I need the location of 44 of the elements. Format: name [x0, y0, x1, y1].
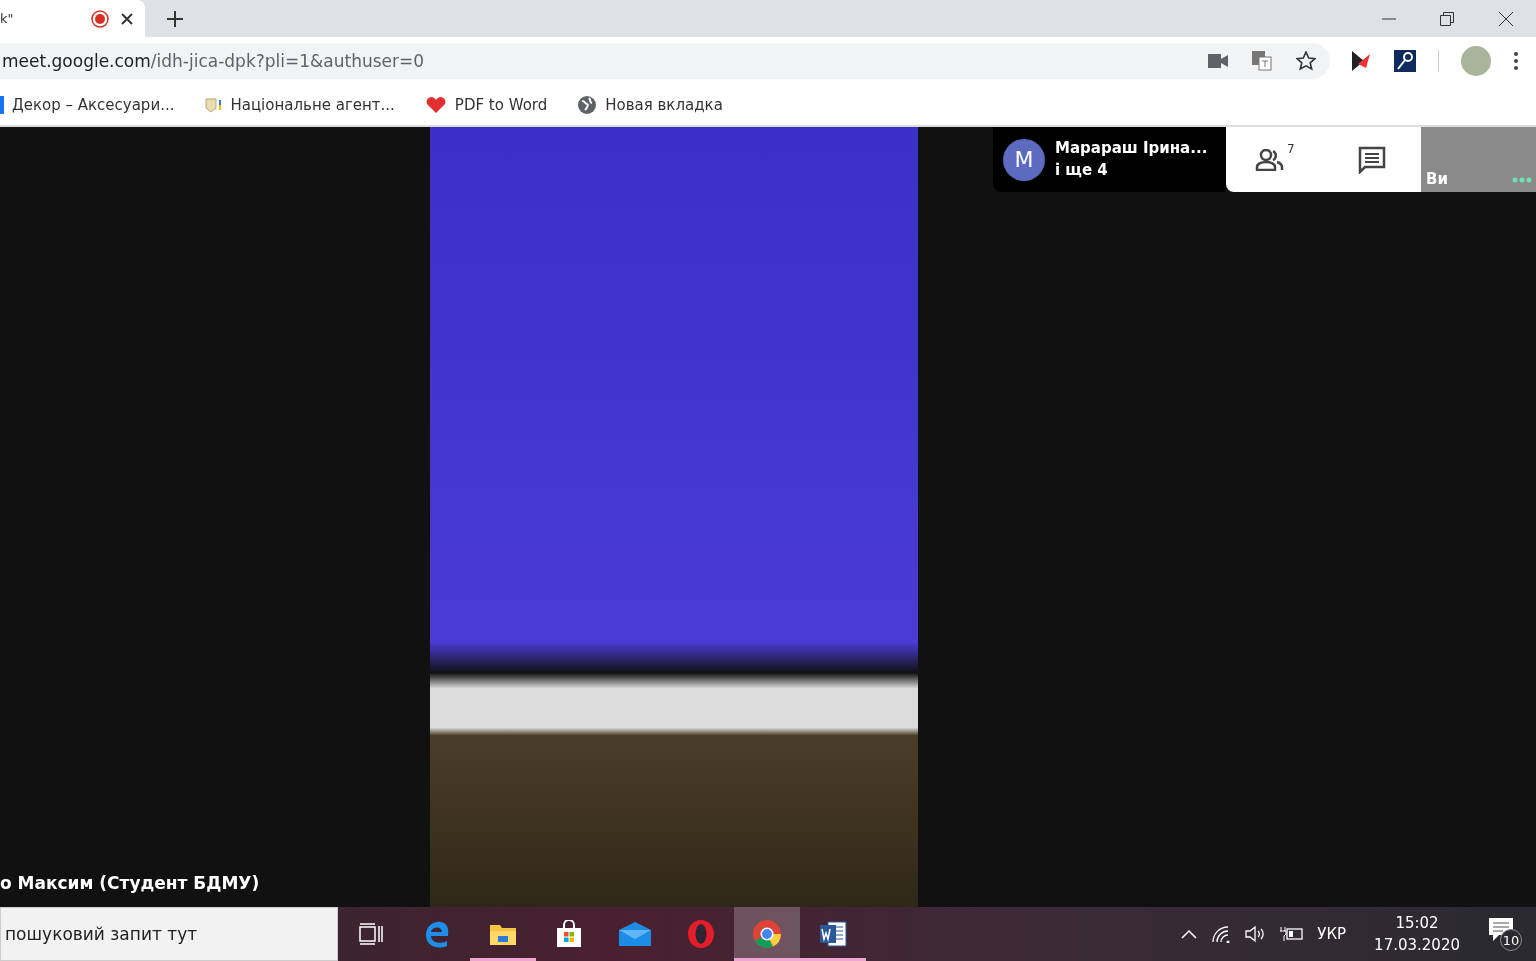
restore-icon[interactable] [1440, 11, 1454, 26]
time-text: 15:02 [1395, 914, 1439, 932]
tab-title: k" [0, 11, 15, 26]
close-icon[interactable] [1498, 10, 1514, 27]
self-label: Ви [1426, 170, 1448, 188]
participant-name: Марараш Ірина... [1055, 137, 1208, 159]
heart-icon [424, 96, 447, 114]
task-view-icon [359, 922, 383, 945]
speaker-icon[interactable] [1245, 925, 1266, 943]
bookmark-link[interactable]: Декор – Аксесуари... [0, 96, 175, 114]
wifi-icon[interactable] [1211, 925, 1232, 943]
w-document-icon [819, 920, 847, 947]
close-tab-icon[interactable] [121, 12, 133, 25]
presenter-name: о Максим (Студент БДМУ) [0, 873, 260, 893]
browser-tab[interactable]: k" [0, 0, 145, 37]
chrome-logo-icon [752, 918, 782, 949]
bookmark-link[interactable]: Новая вкладка [577, 95, 723, 115]
search-field[interactable]: пошуковий запит тут [0, 907, 338, 961]
participant-more: і ще 4 [1055, 159, 1109, 181]
clock[interactable]: 15:02 17.03.2020 [1374, 914, 1460, 954]
translate-icon[interactable] [1252, 51, 1272, 71]
emblem-icon [204, 96, 223, 114]
more-menu-icon[interactable] [1513, 51, 1519, 71]
url-text: meet.google.com/idh-jica-dpk?pli=1&authuser=0 [2, 51, 425, 71]
shopping-bag-icon [555, 919, 583, 948]
chevron-up-icon[interactable] [1181, 929, 1198, 939]
date-text: 17.03.2020 [1374, 936, 1460, 954]
avatar: M [1003, 138, 1045, 181]
envelope-icon [619, 921, 651, 946]
address-bar[interactable]: meet.google.com/idh-jica-dpk?pli=1&authuser=0 [0, 43, 1330, 79]
chat-icon [1358, 145, 1387, 174]
language-indicator[interactable]: УКР [1317, 925, 1347, 943]
bookmark-link[interactable]: PDF to Word [424, 96, 548, 114]
extension-icon[interactable] [1350, 50, 1372, 72]
globe-icon [577, 95, 598, 115]
star-icon[interactable] [1296, 51, 1316, 71]
page-icon [0, 96, 4, 114]
video-camera-icon[interactable] [1208, 54, 1228, 68]
e-logo-icon [423, 919, 451, 948]
o-logo-icon [687, 918, 715, 949]
bookmark-link[interactable]: Національне агент... [204, 96, 395, 114]
notification-count: 10 [1500, 929, 1522, 951]
battery-icon[interactable] [1279, 926, 1304, 942]
new-tab-icon[interactable] [167, 11, 183, 27]
